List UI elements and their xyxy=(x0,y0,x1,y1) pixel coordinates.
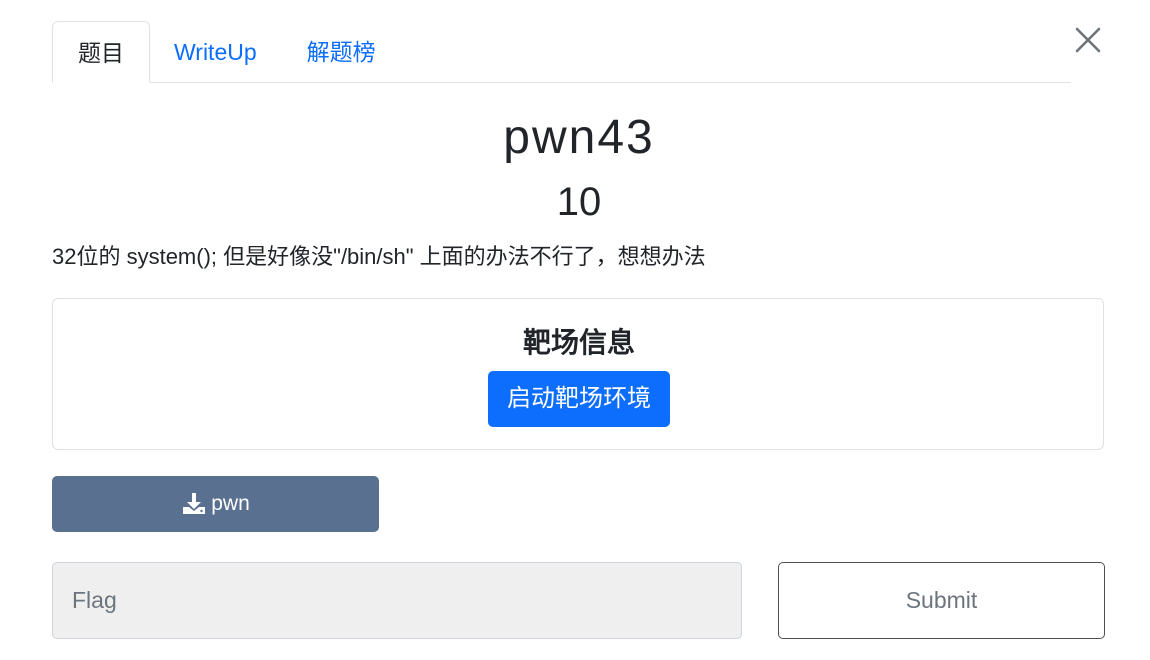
close-icon[interactable] xyxy=(1072,24,1104,56)
environment-card: 靶场信息 启动靶场环境 xyxy=(52,298,1104,450)
tab-writeup[interactable]: WriteUp xyxy=(150,21,281,82)
challenge-tabs: 题目 WriteUp 解题榜 xyxy=(52,21,1071,83)
challenge-modal: 题目 WriteUp 解题榜 pwn43 10 32位的 system(); 但… xyxy=(0,0,1150,660)
tab-challenge[interactable]: 题目 xyxy=(52,21,150,83)
environment-title: 靶场信息 xyxy=(522,327,635,358)
submit-button[interactable]: Submit xyxy=(778,562,1105,639)
download-icon xyxy=(181,491,207,517)
start-environment-button[interactable]: 启动靶场环境 xyxy=(488,371,670,427)
challenge-name: pwn43 xyxy=(503,111,655,164)
challenge-description: 32位的 system(); 但是好像没"/bin/sh" 上面的办法不行了，想… xyxy=(52,244,706,269)
flag-input[interactable] xyxy=(52,562,742,639)
tab-solves[interactable]: 解题榜 xyxy=(281,21,400,82)
download-file-label: pwn xyxy=(211,492,250,515)
challenge-points: 10 xyxy=(556,180,602,224)
download-file-button[interactable]: pwn xyxy=(52,476,379,532)
